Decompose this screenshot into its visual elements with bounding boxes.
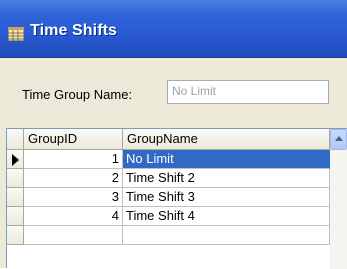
- cell-groupname-selected[interactable]: No Limit: [123, 150, 330, 169]
- cell-empty[interactable]: [24, 226, 123, 245]
- cell-groupid[interactable]: 2: [24, 169, 123, 188]
- current-row-pointer-icon: [12, 154, 19, 166]
- cell-groupid[interactable]: 1: [24, 150, 123, 169]
- table-grid-icon: [8, 27, 24, 41]
- row-selector-5[interactable]: [7, 226, 24, 245]
- window-title: Time Shifts: [30, 22, 118, 39]
- row-selector-4[interactable]: [7, 207, 24, 226]
- cell-groupid[interactable]: 4: [24, 207, 123, 226]
- column-header-groupid[interactable]: GroupID: [24, 129, 123, 150]
- cell-groupname[interactable]: Time Shift 2: [123, 169, 330, 188]
- row-selector-1[interactable]: [7, 150, 24, 169]
- scroll-up-button[interactable]: [330, 129, 347, 150]
- grid-corner-header: [7, 129, 24, 150]
- time-group-name-label: Time Group Name:: [22, 87, 133, 102]
- row-selector-3[interactable]: [7, 188, 24, 207]
- cell-groupname[interactable]: Time Shift 4: [123, 207, 330, 226]
- title-bar: Time Shifts: [0, 0, 347, 58]
- time-shifts-window: Time Shifts Time Group Name: No Limit Gr…: [0, 0, 347, 269]
- time-group-name-field[interactable]: No Limit: [167, 80, 329, 104]
- cell-groupname[interactable]: Time Shift 3: [123, 188, 330, 207]
- vertical-scrollbar-track[interactable]: [330, 150, 347, 269]
- cell-groupid[interactable]: 3: [24, 188, 123, 207]
- row-selector-2[interactable]: [7, 169, 24, 188]
- data-grid[interactable]: GroupID GroupName 1 No Limit 2 Time Shif…: [6, 128, 347, 269]
- column-header-groupname[interactable]: GroupName: [123, 129, 330, 150]
- chevron-up-icon: [335, 136, 343, 141]
- cell-empty[interactable]: [123, 226, 330, 245]
